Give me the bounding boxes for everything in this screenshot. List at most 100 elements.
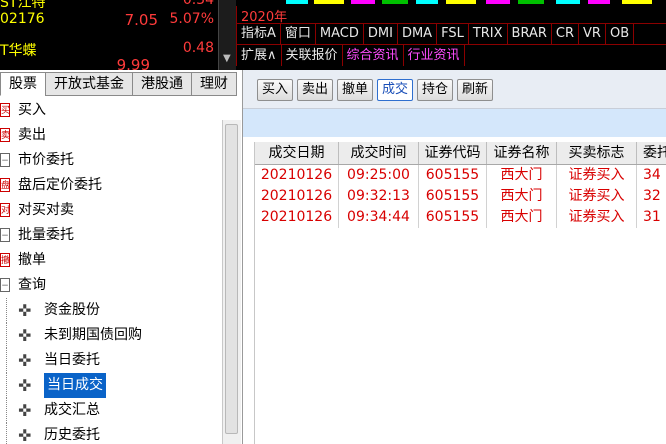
scrollbar-thumb[interactable] [225, 124, 238, 434]
cell-date: 20210126 [255, 207, 339, 228]
sell-button[interactable]: 卖出 [297, 79, 334, 101]
indicator-tab[interactable]: BRAR [508, 24, 552, 44]
indicator-tab[interactable]: 窗口 [281, 24, 316, 44]
cell-name: 西大门 [487, 165, 557, 186]
after-hours-icon: 盘 [0, 178, 10, 192]
cancel-order-icon: 撤 [0, 253, 10, 267]
tree-item-label: 盘后定价委托 [18, 177, 102, 193]
tree-scrollbar[interactable] [222, 120, 241, 444]
quote-code: 02176 [0, 11, 45, 27]
cell-time: 09:32:13 [339, 186, 419, 207]
extension-tab[interactable]: 扩展∧ [237, 45, 282, 66]
column-header-side[interactable]: 买卖标志 [557, 142, 637, 164]
tree-item-label: 对买对卖 [18, 202, 74, 218]
tab-wealth[interactable]: 理财 [191, 72, 237, 96]
gear-icon: ✜ [18, 401, 32, 420]
column-header-name[interactable]: 证券名称 [487, 142, 557, 164]
indicator-tab[interactable]: 指标A [237, 24, 281, 44]
trade-function-panel: 股票 开放式基金 港股通 理财 买 买入 卖 卖出 − 市价委托 盘 盘后定价委… [0, 70, 243, 444]
indicator-tab[interactable]: TRIX [469, 24, 508, 44]
quote-price: 9.99 [116, 56, 150, 70]
cell-time: 09:34:44 [339, 207, 419, 228]
gear-icon: ✜ [18, 376, 32, 395]
extension-tab[interactable]: 关联报价 [282, 45, 343, 66]
indicator-tab[interactable]: FSL [437, 24, 469, 44]
indicator-bar: 指标A 窗口 MACD DMI DMA FSL TRIX BRAR CR VR … [236, 23, 666, 44]
column-header-time[interactable]: 成交时间 [339, 142, 419, 164]
quote-list: ST江特 0.34 02176 7.05 5.07% T华蝶 0.48 9.99… [0, 0, 236, 70]
cell-name: 西大门 [487, 207, 557, 228]
indicator-tab[interactable]: OB [606, 24, 635, 44]
tree-item-label: 批量委托 [18, 227, 74, 243]
collapse-icon[interactable]: − [0, 278, 10, 292]
cross-trade-icon: 对 [0, 203, 10, 217]
cell-side: 证券买入 [557, 165, 637, 186]
tree-subitem-label: 资金股份 [44, 302, 100, 318]
indicator-tab[interactable]: DMA [398, 24, 438, 44]
extension-bar: 扩展∧ 关联报价 综合资讯 行业资讯 [236, 44, 666, 66]
quote-row[interactable]: 9.99 [0, 56, 236, 70]
extension-tab[interactable]: 行业资讯 [404, 45, 465, 66]
market-order-icon: − [0, 153, 10, 167]
cell-date: 20210126 [255, 165, 339, 186]
quote-change: 0.48 [182, 40, 214, 56]
tree-subitem-label: 未到期国债回购 [44, 327, 142, 343]
indicator-tab[interactable]: DMI [364, 24, 398, 44]
tree-item-label: 查询 [18, 277, 46, 293]
column-header-date[interactable]: 成交日期 [255, 142, 339, 164]
cell-date: 20210126 [255, 186, 339, 207]
gear-icon: ✜ [18, 351, 32, 370]
cell-side: 证券买入 [557, 186, 637, 207]
tree-subitem-label: 当日委托 [44, 352, 100, 368]
category-tabs: 股票 开放式基金 港股通 理财 [0, 72, 237, 96]
gear-icon: ✜ [18, 326, 32, 345]
extension-tab[interactable]: 综合资讯 [343, 45, 404, 66]
tree-subitem-label: 成交汇总 [44, 402, 100, 418]
trade-toolbar: 买入 卖出 撤单 成交 持仓 刷新 [243, 70, 666, 109]
tree-item-label: 买入 [18, 102, 46, 118]
table-row[interactable]: 20210126 09:34:44 605155 西大门 证券买入 31 [255, 207, 666, 228]
tree-subitem-label: 当日成交 [44, 373, 106, 398]
deals-button[interactable]: 成交 [377, 79, 414, 101]
quote-price: 7.05 [124, 11, 158, 29]
buy-icon: 买 [0, 103, 10, 117]
table-row[interactable]: 20210126 09:32:13 605155 西大门 证券买入 32 [255, 186, 666, 207]
positions-button[interactable]: 持仓 [417, 79, 454, 101]
tree-item-label: 卖出 [18, 127, 46, 143]
quote-row[interactable]: 02176 7.05 5.07% [0, 11, 236, 31]
table-header: 成交日期 成交时间 证券代码 证券名称 买卖标志 委托 [255, 142, 666, 165]
cell-order: 32 [637, 186, 666, 207]
cell-order: 34 [637, 165, 666, 186]
indicator-tab[interactable]: MACD [316, 24, 364, 44]
gear-icon: ✜ [18, 301, 32, 320]
tab-open-funds[interactable]: 开放式基金 [45, 72, 133, 96]
cell-order: 31 [637, 207, 666, 228]
tab-stocks[interactable]: 股票 [0, 72, 46, 96]
batch-order-icon: − [0, 228, 10, 242]
quote-change: 0.34 [182, 0, 214, 8]
deals-table: 成交日期 成交时间 证券代码 证券名称 买卖标志 委托 20210126 09:… [254, 142, 666, 444]
table-row[interactable]: 20210126 09:25:00 605155 西大门 证券买入 34 [255, 165, 666, 186]
chart-year-label: 2020年 [236, 6, 666, 25]
indicator-tab[interactable]: VR [579, 24, 606, 44]
column-header-order[interactable]: 委托 [637, 142, 666, 164]
quote-scrollbar[interactable]: ▼ [218, 0, 236, 70]
cell-side: 证券买入 [557, 207, 637, 228]
filter-band [243, 109, 666, 137]
indicator-tab[interactable]: CR [552, 24, 580, 44]
tree-item-label: 撤单 [18, 252, 46, 268]
tree-subitem-label: 历史委托 [44, 427, 100, 443]
cell-code: 605155 [419, 186, 487, 207]
cell-time: 09:25:00 [339, 165, 419, 186]
column-header-code[interactable]: 证券代码 [419, 142, 487, 164]
scroll-down-icon[interactable]: ▼ [223, 53, 231, 64]
cell-name: 西大门 [487, 186, 557, 207]
tab-hk-connect[interactable]: 港股通 [132, 72, 192, 96]
sell-icon: 卖 [0, 128, 10, 142]
function-tree: 买 买入 卖 卖出 − 市价委托 盘 盘后定价委托 对 对买对卖 − 批量委托 … [0, 98, 222, 444]
cancel-order-button[interactable]: 撤单 [337, 79, 374, 101]
tree-item-label: 市价委托 [18, 152, 74, 168]
buy-button[interactable]: 买入 [257, 79, 294, 101]
refresh-button[interactable]: 刷新 [457, 79, 494, 101]
quote-change: 5.07% [169, 11, 214, 27]
